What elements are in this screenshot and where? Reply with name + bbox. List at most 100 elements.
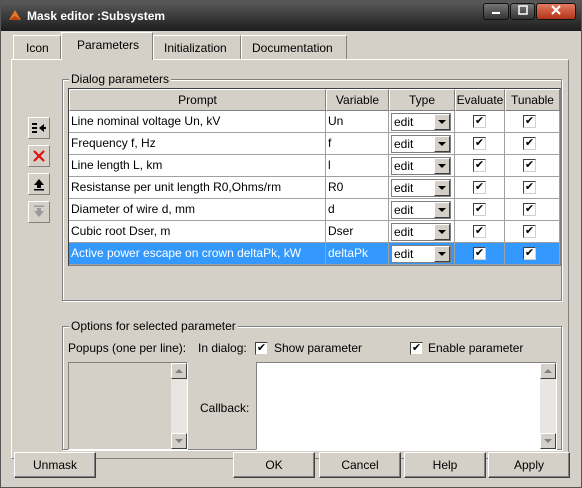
table-row[interactable]: Resistanse per unit length R0,Ohms/rm R0 e… [69,177,560,199]
tab-documentation[interactable]: Documentation [241,35,347,59]
delete-parameter-button[interactable] [28,145,50,167]
evaluate-checkbox[interactable]: ✔ [473,247,486,260]
chevron-down-icon[interactable] [434,202,450,218]
evaluate-cell: ✔ [455,243,505,264]
insert-parameter-icon [32,123,46,133]
prompt-cell[interactable]: Line length L, km [69,155,326,176]
evaluate-cell: ✔ [455,133,505,154]
check-mark-icon: ✔ [524,247,535,259]
type-value: edit [394,181,414,195]
prompt-cell[interactable]: Cubic root Dser, m [69,221,326,242]
insert-parameter-button[interactable] [28,117,50,139]
tab-icon[interactable]: Icon [13,35,61,59]
table-row[interactable]: Line length L, km l edit ✔ ✔ [69,155,560,177]
variable-cell[interactable]: R0 [326,177,389,198]
type-dropdown[interactable]: edit [391,157,451,175]
close-button[interactable] [536,3,576,20]
popups-listbox[interactable] [68,362,188,450]
tab-label: Initialization [164,41,227,55]
help-button[interactable]: Help [404,452,486,478]
evaluate-checkbox[interactable]: ✔ [473,203,486,216]
variable-cell[interactable]: f [326,133,389,154]
variable-cell[interactable]: l [326,155,389,176]
popups-scrollbar[interactable] [171,363,187,449]
tunable-checkbox[interactable]: ✔ [523,247,536,260]
type-value: edit [394,247,414,261]
prompt-cell[interactable]: Frequency f, Hz [69,133,326,154]
move-down-button[interactable] [28,201,50,223]
table-row[interactable]: Frequency f, Hz f edit ✔ ✔ [69,133,560,155]
table-row[interactable]: Cubic root Dser, m Dser edit ✔ ✔ [69,221,560,243]
tab-parameters[interactable]: Parameters [61,32,153,60]
column-header-prompt[interactable]: Prompt [69,89,326,111]
scroll-down-icon[interactable] [171,433,187,449]
tunable-cell: ✔ [505,177,560,198]
column-header-tunable[interactable]: Tunable [505,89,560,111]
type-dropdown[interactable]: edit [391,201,451,219]
check-mark-icon: ✔ [256,342,267,354]
enable-parameter-checkbox[interactable]: ✔ [410,342,423,355]
minimize-button[interactable] [483,3,509,20]
type-dropdown[interactable]: edit [391,135,451,153]
prompt-cell[interactable]: Resistanse per unit length R0,Ohms/rm [69,177,326,198]
ok-button[interactable]: OK [233,452,315,478]
move-up-button[interactable] [28,173,50,195]
scroll-down-icon[interactable] [540,433,556,449]
chevron-down-icon[interactable] [434,114,450,130]
evaluate-checkbox[interactable]: ✔ [473,159,486,172]
move-down-icon [34,205,44,217]
chevron-down-icon[interactable] [434,246,450,262]
cancel-button[interactable]: Cancel [319,452,401,478]
scroll-up-icon[interactable] [540,363,556,379]
evaluate-checkbox[interactable]: ✔ [473,181,486,194]
column-header-variable[interactable]: Variable [326,89,389,111]
evaluate-cell: ✔ [455,199,505,220]
type-value: edit [394,159,414,173]
tunable-checkbox[interactable]: ✔ [523,203,536,216]
tab-initialization[interactable]: Initialization [153,35,241,59]
move-up-icon [34,179,44,191]
callback-field[interactable] [256,362,557,450]
variable-cell[interactable]: d [326,199,389,220]
tunable-cell: ✔ [505,199,560,220]
evaluate-checkbox[interactable]: ✔ [473,137,486,150]
chevron-down-icon[interactable] [434,158,450,174]
chevron-down-icon[interactable] [434,180,450,196]
matlab-icon [9,10,21,20]
evaluate-checkbox[interactable]: ✔ [473,225,486,238]
callback-scrollbar[interactable] [540,363,556,449]
column-header-type[interactable]: Type [389,89,455,111]
variable-cell[interactable]: Un [326,111,389,132]
type-cell: edit [389,111,455,132]
variable-cell[interactable]: deltaPk [326,243,389,264]
unmask-button[interactable]: Unmask [14,452,96,478]
parameters-table[interactable]: Prompt Variable Type Evaluate Tunable Li… [68,88,561,266]
table-row[interactable]: Active power escape on crown deltaPk, kW… [69,243,560,265]
group-label: Options for selected parameter [69,319,238,333]
tunable-checkbox[interactable]: ✔ [523,159,536,172]
scroll-up-icon[interactable] [171,363,187,379]
table-row[interactable]: Diameter of wire d, mm d edit ✔ ✔ [69,199,560,221]
prompt-cell[interactable]: Line nominal voltage Un, kV [69,111,326,132]
type-dropdown[interactable]: edit [391,113,451,131]
show-parameter-checkbox[interactable]: ✔ [255,342,268,355]
table-row[interactable]: Line nominal voltage Un, kV Un edit ✔ ✔ [69,111,560,133]
evaluate-checkbox[interactable]: ✔ [473,115,486,128]
title-bar[interactable]: Mask editor :Subsystem [1,1,581,31]
maximize-button[interactable] [510,3,535,20]
variable-cell[interactable]: Dser [326,221,389,242]
type-dropdown[interactable]: edit [391,223,451,241]
prompt-cell[interactable]: Diameter of wire d, mm [69,199,326,220]
tunable-checkbox[interactable]: ✔ [523,115,536,128]
tunable-checkbox[interactable]: ✔ [523,181,536,194]
column-header-evaluate[interactable]: Evaluate [455,89,505,111]
close-icon [551,5,561,15]
tunable-checkbox[interactable]: ✔ [523,137,536,150]
type-dropdown[interactable]: edit [391,179,451,197]
apply-button[interactable]: Apply [488,452,570,478]
prompt-cell[interactable]: Active power escape on crown deltaPk, kW [69,243,326,264]
tunable-checkbox[interactable]: ✔ [523,225,536,238]
chevron-down-icon[interactable] [434,224,450,240]
type-dropdown[interactable]: edit [391,245,451,263]
chevron-down-icon[interactable] [434,136,450,152]
